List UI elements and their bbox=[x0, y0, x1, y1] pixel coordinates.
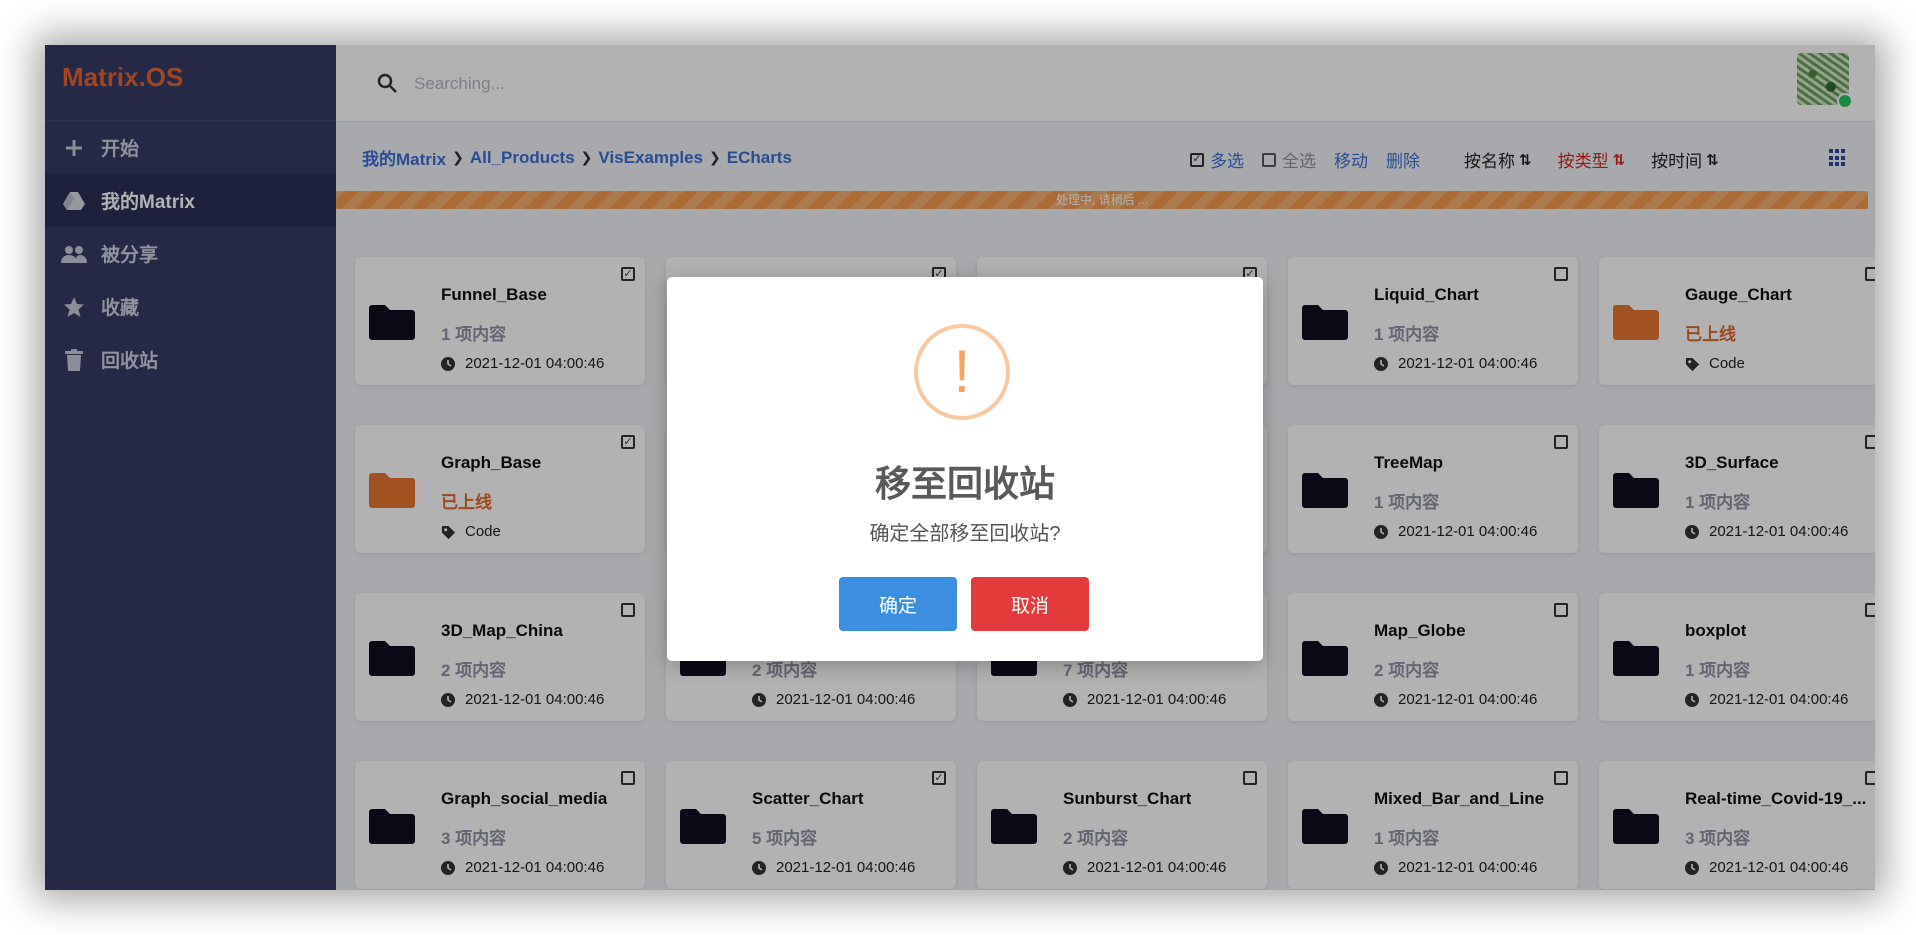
cancel-button[interactable]: 取消 bbox=[971, 577, 1089, 631]
confirm-button[interactable]: 确定 bbox=[839, 577, 957, 631]
warning-icon: ! bbox=[914, 324, 1010, 420]
dialog-title: 移至回收站 bbox=[874, 463, 1055, 504]
confirm-dialog: ! 移至回收站 确定全部移至回收站? 确定 取消 bbox=[667, 277, 1263, 661]
dialog-message: 确定全部移至回收站? bbox=[869, 523, 1061, 545]
app-window: Matrix.OS 开始 我的Matrix 被分享 收藏 回收站 Searchi… bbox=[45, 45, 1875, 890]
